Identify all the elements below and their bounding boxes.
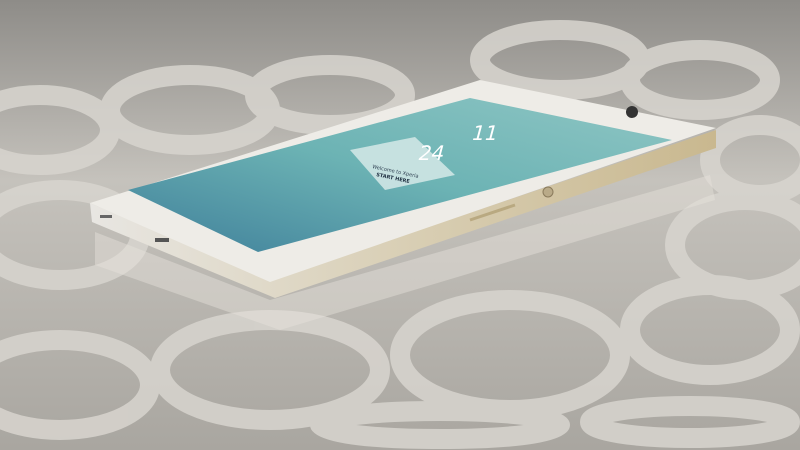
speaker-grille [100, 215, 112, 218]
front-camera [626, 106, 638, 118]
photo-scene: 11 24 Welcome to Xperia START HERE [0, 0, 800, 450]
power-button [542, 186, 554, 198]
speaker-grille [155, 238, 169, 242]
